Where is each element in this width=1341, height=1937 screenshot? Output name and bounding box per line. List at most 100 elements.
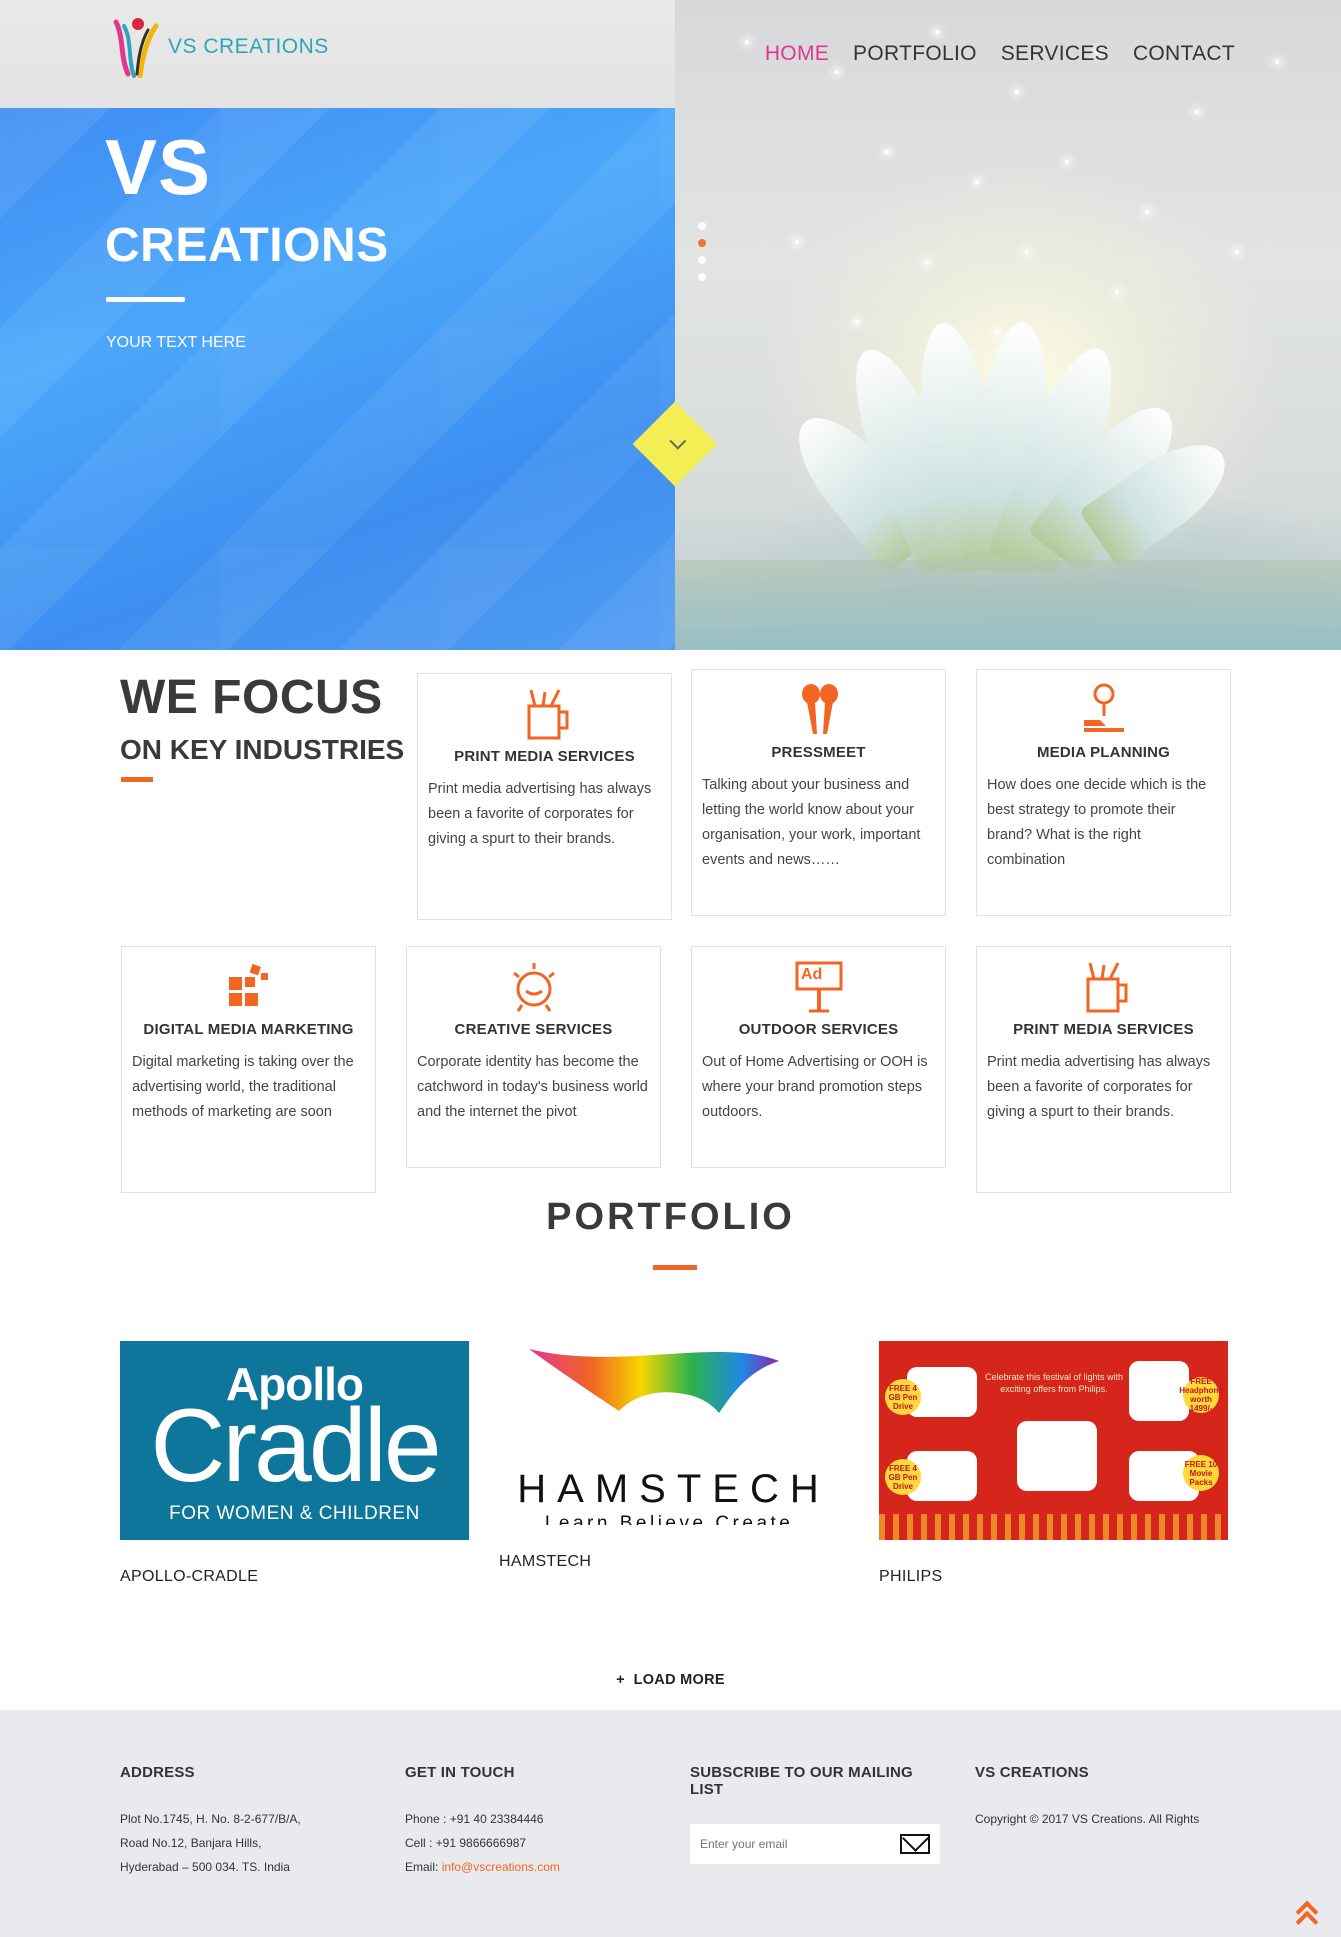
logo-tagline: Learn.Believe.Create.	[544, 1513, 803, 1525]
footer-heading: ADDRESS	[120, 1764, 195, 1781]
card-title: PRESSMEET	[771, 744, 866, 761]
logo-text: VS CREATIONS	[168, 35, 329, 58]
portfolio-caption[interactable]: HAMSTECH	[499, 1553, 848, 1571]
main-nav: HOME PORTFOLIO SERVICES CONTACT	[765, 42, 1235, 66]
cell-text: Cell : +91 9866666987	[405, 1836, 527, 1850]
squares-icon	[219, 959, 279, 1015]
card-text: Print media advertising has always been …	[987, 1054, 1211, 1120]
hero-section: VS CREATIONS HOME PORTFOLIO SERVICES CON…	[0, 0, 1341, 650]
logo-wordmark: HAMSTECH	[517, 1467, 830, 1511]
logo-line: Cradle	[150, 1388, 441, 1504]
portfolio-title: PORTFOLIO	[546, 1196, 795, 1238]
card-text: Out of Home Advertising or OOH is where …	[702, 1054, 928, 1120]
pen-holder-icon	[515, 686, 575, 742]
plus-icon: +	[616, 1672, 634, 1688]
free-badge: FREE 4 GB Pen Drive	[885, 1459, 921, 1495]
hero-lotus-image	[675, 0, 1341, 650]
card-title: DIGITAL MEDIA MARKETING	[143, 1021, 354, 1038]
footer: ADDRESS Plot No.1745, H. No. 8-2-677/B/A…	[0, 1710, 1341, 1937]
email-link[interactable]: info@vscreations.com	[442, 1860, 560, 1874]
hamstech-logo[interactable]: HAMSTECH Learn.Believe.Create.	[499, 1341, 848, 1525]
focus-title: WE FOCUS	[120, 671, 383, 724]
footer-heading: GET IN TOUCH	[405, 1764, 515, 1781]
email-label: Email:	[405, 1860, 442, 1874]
hero-subtitle: YOUR TEXT HERE	[106, 334, 246, 351]
copyright-text: Copyright © 2017 VS Creations. All Right…	[975, 1812, 1200, 1826]
email-input[interactable]	[690, 1824, 890, 1864]
svg-text:Ad: Ad	[801, 966, 822, 983]
nav-services[interactable]: SERVICES	[1001, 42, 1109, 66]
header-bar	[0, 0, 675, 108]
address-line: Plot No.1745, H. No. 8-2-677/B/A,	[120, 1812, 301, 1826]
subscribe-form	[690, 1824, 940, 1864]
slider-dot[interactable]	[698, 256, 706, 264]
portfolio-caption[interactable]: APOLLO-CRADLE	[120, 1568, 469, 1586]
hero-underline	[106, 297, 185, 302]
service-card[interactable]: Ad OUTDOOR SERVICES Out of Home Advertis…	[691, 946, 946, 1168]
card-title: CREATIVE SERVICES	[454, 1021, 613, 1038]
alarm-clock-icon	[504, 959, 564, 1015]
apollo-cradle-logo[interactable]: Apollo Cradle FOR WOMEN & CHILDREN	[120, 1341, 469, 1540]
footer-address: ADDRESS Plot No.1745, H. No. 8-2-677/B/A…	[120, 1764, 380, 1879]
service-card[interactable]: PRINT MEDIA SERVICES Print media adverti…	[417, 673, 672, 920]
free-badge: FREE 10 Movie Packs	[1183, 1455, 1219, 1491]
pen-holder-icon	[1074, 959, 1134, 1015]
free-badge: FREE 4 GB Pen Drive	[885, 1379, 921, 1415]
card-text: Talking about your business and letting …	[702, 777, 921, 868]
card-text: Print media advertising has always been …	[428, 781, 652, 847]
load-more-label: LOAD MORE	[633, 1672, 725, 1688]
focus-subtitle: ON KEY INDUSTRIES	[120, 734, 405, 765]
logo-mark-icon	[110, 16, 162, 79]
portfolio-item[interactable]: Apollo Cradle FOR WOMEN & CHILDREN APOLL…	[120, 1341, 469, 1586]
load-more-button[interactable]: + LOAD MORE	[0, 1672, 1341, 1688]
envelope-icon[interactable]	[900, 1834, 930, 1854]
ad-banner-text: Celebrate this festival of lights with e…	[984, 1372, 1124, 1394]
slider-dot[interactable]	[698, 273, 706, 281]
chevron-down-icon	[669, 432, 687, 450]
address-line: Road No.12, Banjara Hills,	[120, 1836, 262, 1850]
slider-dot[interactable]	[698, 222, 706, 230]
slider-dot-active[interactable]	[698, 239, 706, 247]
footer-heading: SUBSCRIBE TO OUR MAILING LIST	[690, 1764, 913, 1798]
portfolio-underline	[653, 1265, 697, 1270]
card-text: Corporate identity has become the catchw…	[417, 1054, 648, 1120]
card-title: PRINT MEDIA SERVICES	[454, 748, 635, 765]
card-text: How does one decide which is the best st…	[987, 777, 1207, 868]
flames-decoration	[879, 1514, 1228, 1540]
card-title: MEDIA PLANNING	[1036, 744, 1171, 761]
nav-home[interactable]: HOME	[765, 42, 829, 66]
philips-ad-image[interactable]: Celebrate this festival of lights with e…	[879, 1341, 1228, 1540]
footer-contact: GET IN TOUCH Phone : +91 40 23384446 Cel…	[405, 1764, 665, 1879]
hero-title-line2: CREATIONS	[105, 219, 389, 272]
nav-portfolio[interactable]: PORTFOLIO	[853, 42, 977, 66]
focus-underline	[121, 777, 153, 782]
card-text: Digital marketing is taking over the adv…	[132, 1054, 354, 1120]
microphones-icon	[789, 682, 849, 738]
service-card[interactable]: CREATIVE SERVICES Corporate identity has…	[406, 946, 661, 1168]
logo-line: FOR WOMEN & CHILDREN	[169, 1503, 420, 1524]
service-card[interactable]: DIGITAL MEDIA MARKETING Digital marketin…	[121, 946, 376, 1193]
back-to-top-icon[interactable]	[1294, 1900, 1320, 1934]
free-badge: FREE Headphone worth 1499/-	[1179, 1377, 1223, 1413]
service-card[interactable]: PRINT MEDIA SERVICES Print media adverti…	[976, 946, 1231, 1193]
phone-text: Phone : +91 40 23384446	[405, 1812, 544, 1826]
card-title: PRINT MEDIA SERVICES	[1013, 1021, 1194, 1038]
service-card[interactable]: PRESSMEET Talking about your business an…	[691, 669, 946, 916]
site-logo[interactable]: VS CREATIONS	[110, 16, 329, 79]
idea-hand-icon	[1074, 682, 1134, 738]
slider-dots	[698, 222, 706, 281]
footer-about: VS CREATIONS Copyright © 2017 VS Creatio…	[975, 1764, 1235, 1831]
billboard-icon: Ad	[789, 959, 849, 1015]
hero-title: VS	[105, 123, 212, 211]
product-photo	[1017, 1421, 1097, 1491]
card-title: OUTDOOR SERVICES	[738, 1021, 899, 1038]
service-card[interactable]: MEDIA PLANNING How does one decide which…	[976, 669, 1231, 916]
nav-contact[interactable]: CONTACT	[1133, 42, 1235, 66]
portfolio-caption[interactable]: PHILIPS	[879, 1568, 1228, 1586]
footer-heading: VS CREATIONS	[975, 1764, 1089, 1781]
portfolio-item[interactable]: Celebrate this festival of lights with e…	[879, 1341, 1228, 1586]
address-line: Hyderabad – 500 034. TS. India	[120, 1860, 290, 1874]
portfolio-item[interactable]: HAMSTECH Learn.Believe.Create. HAMSTECH	[499, 1341, 848, 1571]
footer-subscribe: SUBSCRIBE TO OUR MAILING LIST	[690, 1764, 950, 1864]
hero-blue-panel	[0, 108, 675, 650]
